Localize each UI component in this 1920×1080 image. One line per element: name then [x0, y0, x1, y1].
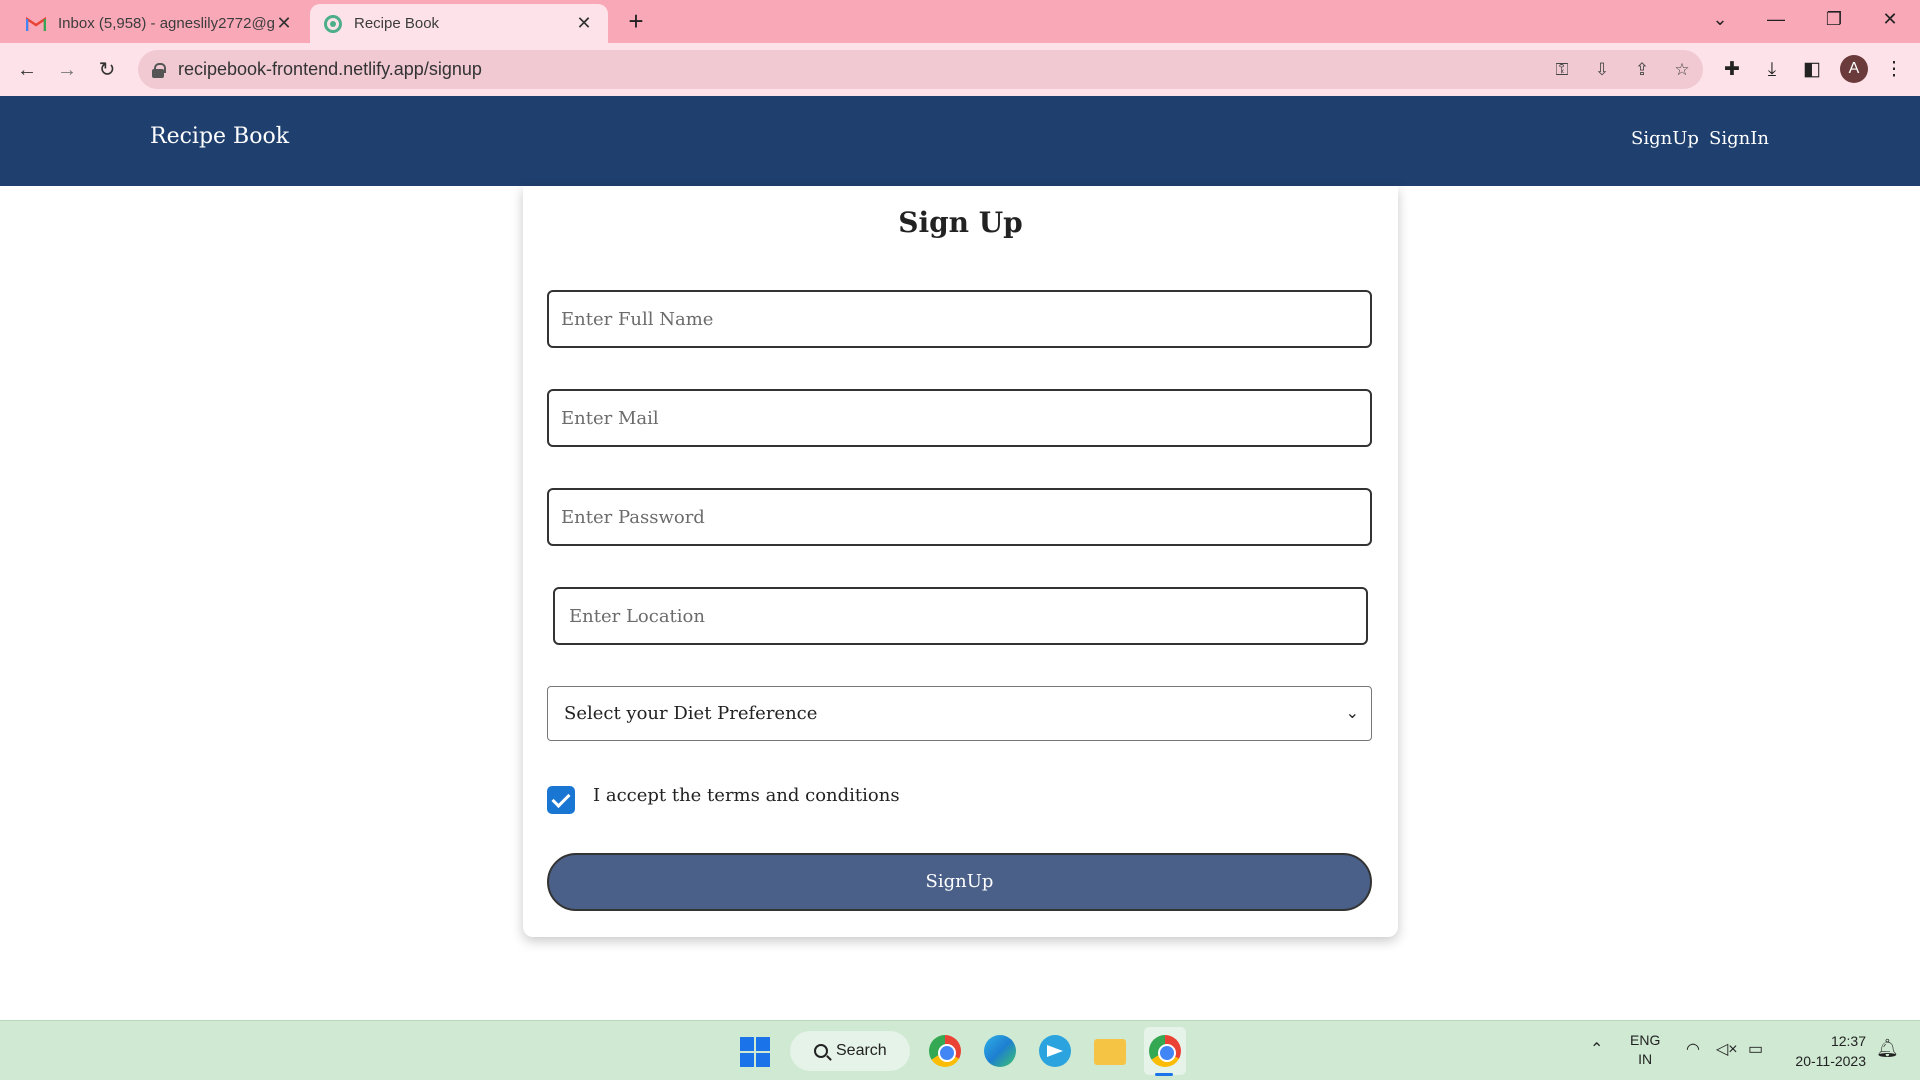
back-arrow-icon[interactable]: ← [10, 53, 44, 87]
install-app-icon[interactable]: ⇩ [1590, 59, 1614, 81]
signup-button[interactable]: SignUp [547, 853, 1372, 911]
lock-icon [152, 62, 166, 78]
clock-time: 12:37 [1830, 1033, 1866, 1049]
share-icon[interactable]: ⇪ [1630, 59, 1654, 81]
tab-title: Recipe Book [354, 15, 440, 32]
browser-tab-strip: Inbox (5,958) - agneslily2772@g ✕ Recipe… [0, 0, 1920, 43]
minimize-icon[interactable]: — [1748, 0, 1804, 40]
nav-signup-link[interactable]: SignUp [1631, 128, 1699, 149]
chevron-down-icon: ⌄ [1345, 703, 1359, 722]
search-icon [814, 1044, 828, 1058]
tab-title: Inbox (5,958) - agneslily2772@g [58, 15, 274, 32]
new-tab-plus-icon[interactable]: + [620, 6, 652, 38]
close-icon[interactable]: ✕ [574, 13, 594, 34]
restore-icon[interactable]: ❐ [1806, 0, 1862, 40]
lang-top: ENG [1630, 1032, 1661, 1048]
email-input[interactable] [547, 389, 1372, 447]
browser-toolbar: ← → ↻ recipebook-frontend.netlify.app/si… [0, 43, 1920, 96]
clock-date: 20-11-2023 [1795, 1053, 1866, 1069]
recipe-favicon-icon [324, 14, 342, 33]
tab-recipe-book[interactable]: Recipe Book ✕ [310, 4, 608, 43]
downloads-icon[interactable]: ⤓ [1758, 56, 1786, 84]
close-icon[interactable]: ✕ [274, 13, 294, 34]
system-clock[interactable]: 12:37 20-11-2023 [1786, 1031, 1866, 1071]
active-indicator [1155, 1073, 1173, 1076]
page-title: Sign Up [898, 206, 1023, 239]
url-text: recipebook-frontend.netlify.app/signup [178, 59, 482, 79]
taskbar-search-label: Search [836, 1042, 887, 1059]
telegram-taskbar-icon[interactable] [1039, 1035, 1071, 1067]
edge-taskbar-icon[interactable] [984, 1035, 1016, 1067]
windows-start-icon[interactable] [740, 1037, 770, 1067]
battery-icon[interactable]: ▭ [1748, 1039, 1763, 1059]
diet-preference-value: Select your Diet Preference [564, 703, 818, 724]
file-explorer-taskbar-icon[interactable] [1094, 1039, 1126, 1065]
app-navbar: Recipe Book SignUp SignIn [0, 96, 1920, 186]
password-key-icon[interactable]: ⚿ [1550, 59, 1574, 81]
nav-signin-link[interactable]: SignIn [1709, 128, 1769, 149]
notification-bell-icon[interactable]: 🔔︎ [1876, 1038, 1899, 1059]
full-name-input[interactable] [547, 290, 1372, 348]
profile-avatar[interactable]: A [1840, 55, 1868, 83]
diet-preference-select[interactable]: Select your Diet Preference ⌄ [547, 686, 1372, 741]
window-close-icon[interactable]: ✕ [1862, 0, 1918, 40]
forward-arrow-icon[interactable]: → [50, 53, 84, 87]
terms-checkbox[interactable] [547, 786, 575, 814]
volume-muted-icon[interactable]: ◁× [1716, 1039, 1738, 1059]
language-indicator[interactable]: ENG IN [1630, 1031, 1660, 1069]
os-taskbar: Search ⌃ ENG IN ◠ ◁× ▭ 12:37 20-11-2023 … [0, 1020, 1920, 1080]
signup-card: Sign Up Select your Diet Preference ⌄ I … [523, 186, 1398, 937]
wifi-icon[interactable]: ◠ [1686, 1039, 1700, 1059]
tab-inbox[interactable]: Inbox (5,958) - agneslily2772@g ✕ [12, 4, 308, 43]
tray-chevron-up-icon[interactable]: ⌃ [1590, 1039, 1603, 1059]
brand-logo-text[interactable]: Recipe Book [150, 124, 289, 149]
extensions-puzzle-icon[interactable]: ✚ [1718, 56, 1746, 84]
taskbar-search-button[interactable]: Search [790, 1031, 910, 1071]
side-panel-icon[interactable]: ◧ [1798, 56, 1826, 84]
more-menu-icon[interactable]: ⋮ [1880, 56, 1908, 84]
chrome-taskbar-icon[interactable] [929, 1035, 961, 1067]
reload-icon[interactable]: ↻ [90, 53, 124, 87]
tab-search-chevron-icon[interactable]: ⌄ [1692, 0, 1748, 40]
gmail-icon [26, 16, 46, 31]
address-bar[interactable]: recipebook-frontend.netlify.app/signup ⚿… [138, 50, 1703, 89]
lang-bottom: IN [1638, 1051, 1653, 1067]
terms-label: I accept the terms and conditions [593, 785, 900, 806]
chrome-profile-taskbar-icon[interactable] [1149, 1035, 1181, 1067]
password-input[interactable] [547, 488, 1372, 546]
location-input[interactable] [553, 587, 1368, 645]
bookmark-star-icon[interactable]: ☆ [1670, 59, 1694, 81]
